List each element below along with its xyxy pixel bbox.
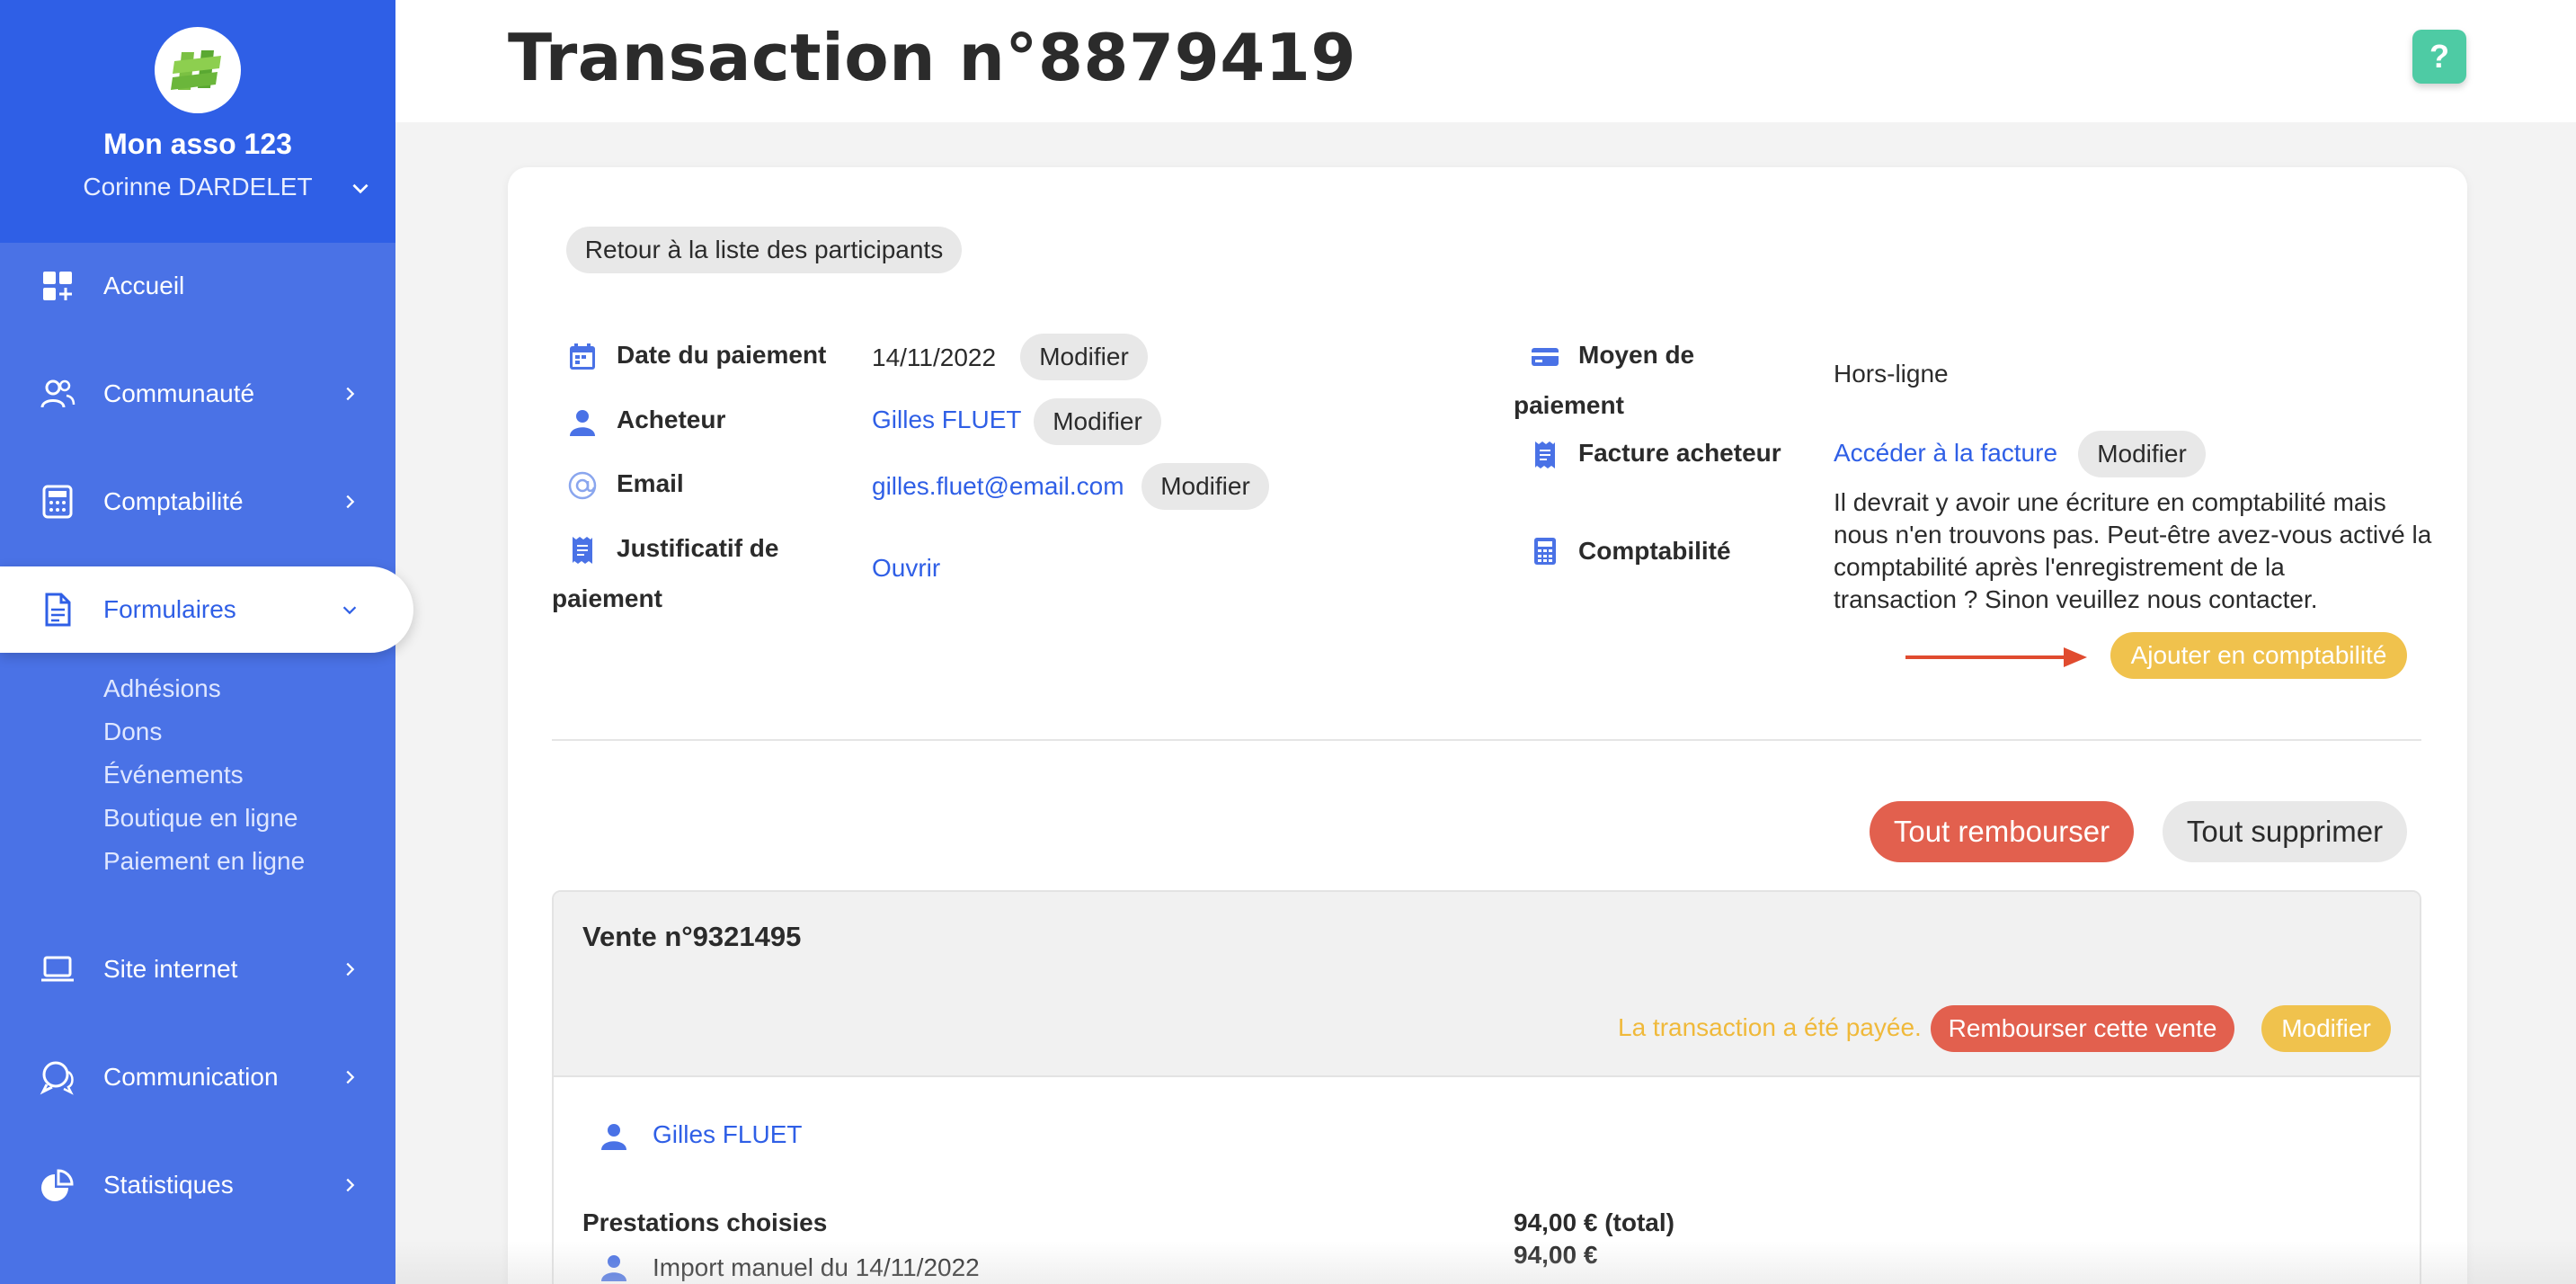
buyer-link[interactable]: Gilles FLUET	[872, 406, 1021, 434]
accounting-message-line: Il devrait y avoir une écriture en compt…	[1834, 488, 2386, 516]
sidebar-item-statistiques[interactable]: Statistiques	[0, 1142, 395, 1228]
chevron-right-icon	[346, 495, 355, 509]
help-button[interactable]: ?	[2412, 30, 2466, 84]
email-link[interactable]: gilles.fluet@email.com	[872, 472, 1124, 501]
back-to-list-button[interactable]: Retour à la liste des participants	[566, 227, 962, 273]
accounting-message-line: nous n'en trouvons pas. Peut-être avez-v…	[1834, 521, 2432, 548]
payment-method-label-continued: paiement	[1514, 391, 1624, 419]
sidebar-item-label: Communication	[103, 1063, 279, 1091]
sidebar-item-label: Site internet	[103, 955, 238, 983]
modify-email-button[interactable]: Modifier	[1141, 463, 1269, 510]
chat-icon	[40, 1061, 74, 1095]
user-icon	[601, 1124, 626, 1150]
user-name[interactable]: Corinne DARDELET	[0, 173, 395, 201]
calendar-icon	[570, 343, 595, 370]
chevron-right-icon	[346, 1178, 355, 1192]
sidebar-item-label: Comptabilité	[103, 487, 244, 515]
at-sign-icon	[568, 471, 597, 500]
modify-buyer-button[interactable]: Modifier	[1034, 398, 1161, 445]
services-label: Prestations choisies	[582, 1208, 828, 1236]
org-name: Mon asso 123	[103, 128, 292, 160]
proof-label: Justificatif de	[617, 534, 779, 562]
pie-chart-icon	[41, 1169, 74, 1201]
receipt-icon	[1535, 441, 1555, 468]
community-icon	[40, 379, 76, 408]
accounting-label: Comptabilité	[1578, 537, 1731, 565]
calculator-icon	[1534, 538, 1556, 565]
import-label: Import manuel du 14/11/2022	[653, 1253, 980, 1281]
modify-date-button[interactable]: Modifier	[1020, 334, 1148, 380]
sidebar-header: Mon asso 123 Corinne DARDELET	[0, 0, 395, 243]
sidebar-item-communaute[interactable]: Communauté	[0, 351, 395, 437]
user-icon	[601, 1255, 626, 1281]
sidebar-subitem-evenements[interactable]: Événements	[103, 761, 244, 789]
sidebar: Mon asso 123 Corinne DARDELET Accueil Co…	[0, 0, 413, 1284]
refund-sale-button[interactable]: Rembourser cette vente	[1931, 1005, 2234, 1052]
open-proof-link[interactable]: Ouvrir	[872, 554, 940, 583]
payment-method-label: Moyen de	[1578, 341, 1695, 369]
sidebar-item-communication[interactable]: Communication	[0, 1034, 395, 1120]
sidebar-item-label: Communauté	[103, 379, 255, 407]
chevron-right-icon	[346, 1070, 355, 1084]
divider	[552, 739, 2421, 741]
credit-card-icon	[1532, 348, 1559, 366]
calculator-icon	[42, 485, 73, 519]
chevron-down-icon[interactable]	[349, 176, 372, 200]
sidebar-subitem-boutique[interactable]: Boutique en ligne	[103, 804, 298, 833]
invoice-label: Facture acheteur	[1578, 439, 1781, 467]
chevron-down-icon	[342, 606, 357, 615]
payment-method-value: Hors-ligne	[1834, 360, 1949, 388]
sidebar-subitem-paiement[interactable]: Paiement en ligne	[103, 847, 305, 876]
sidebar-item-label: Statistiques	[103, 1171, 234, 1199]
dashboard-icon	[43, 272, 72, 300]
invoice-link[interactable]: Accéder à la facture	[1834, 439, 2057, 468]
sidebar-item-site-internet[interactable]: Site internet	[0, 926, 395, 1012]
sale-buyer-link[interactable]: Gilles FLUET	[653, 1120, 802, 1149]
sale-status: La transaction a été payée.	[1618, 1013, 1922, 1041]
sidebar-item-comptabilite[interactable]: Comptabilité	[0, 459, 395, 545]
proof-label-continued: paiement	[552, 584, 662, 612]
sidebar-item-accueil[interactable]: Accueil	[0, 243, 395, 329]
page-title: Transaction n°8879419	[508, 20, 1357, 95]
accounting-message-line: transaction ? Sinon veuillez nous contac…	[1834, 585, 2318, 613]
payment-date-label: Date du paiement	[617, 341, 827, 369]
chevron-right-icon	[346, 962, 355, 976]
document-icon	[45, 593, 71, 627]
refund-all-button[interactable]: Tout rembourser	[1870, 801, 2134, 862]
receipt-icon	[573, 537, 592, 564]
sale-panel	[552, 890, 2421, 1284]
laptop-icon	[41, 956, 74, 982]
delete-all-button[interactable]: Tout supprimer	[2163, 801, 2407, 862]
chevron-right-icon	[346, 387, 355, 401]
sale-total: 94,00 € (total)	[1514, 1208, 1674, 1236]
user-icon	[570, 410, 595, 436]
modify-invoice-button[interactable]: Modifier	[2078, 431, 2206, 477]
sidebar-item-label: Formulaires	[103, 595, 236, 623]
accounting-message-line: comptabilité après l'enregistrement de l…	[1834, 553, 2285, 581]
payment-date-value: 14/11/2022	[872, 343, 997, 371]
sidebar-subitem-adhesions[interactable]: Adhésions	[103, 674, 221, 703]
sidebar-item-label: Accueil	[103, 272, 185, 299]
sidebar-subitem-dons[interactable]: Dons	[103, 718, 162, 746]
sale-title: Vente n°9321495	[582, 921, 802, 952]
add-to-accounting-button[interactable]: Ajouter en comptabilité	[2110, 632, 2407, 679]
email-label: Email	[617, 469, 684, 497]
sale-amount: 94,00 €	[1514, 1241, 1598, 1269]
org-logo[interactable]	[155, 27, 241, 113]
arrow-right-icon	[1905, 647, 2087, 667]
buyer-label: Acheteur	[617, 406, 726, 433]
sidebar-item-formulaires[interactable]: Formulaires	[0, 566, 413, 653]
modify-sale-button[interactable]: Modifier	[2261, 1005, 2391, 1052]
